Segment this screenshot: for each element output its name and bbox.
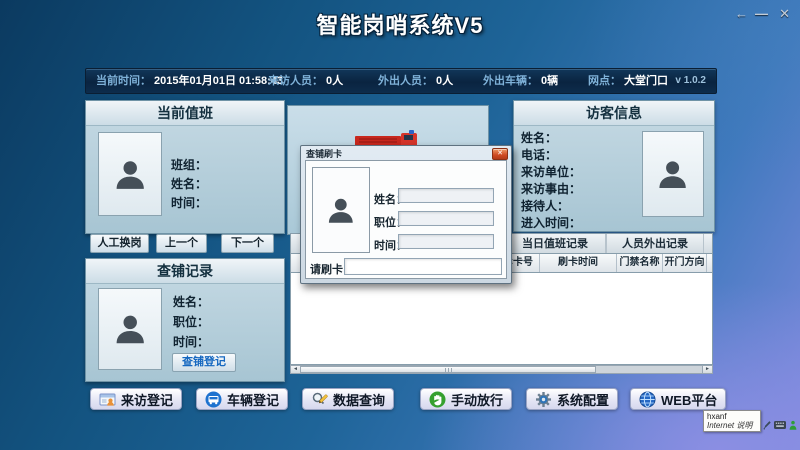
column-door-name[interactable]: 门禁名称 (617, 254, 663, 272)
duty-field-team: 班组： (171, 156, 207, 173)
web-platform-icon (639, 391, 656, 408)
manual-release-button[interactable]: 手动放行 (420, 388, 512, 410)
system-config-icon (535, 391, 552, 408)
status-vehicles-out: 外出车辆：0辆 (483, 69, 558, 93)
status-current-time: 当前时间：2015年01月01日 01:58:43 (96, 69, 283, 93)
visitor-title: 访客信息 (514, 101, 714, 126)
dialog-photo-placeholder (312, 167, 370, 253)
next-button[interactable]: 下一个 (221, 234, 274, 253)
column-door-direction[interactable]: 开门方向 (663, 254, 707, 272)
visitor-field-entry-time: 进入时间： (521, 214, 581, 231)
horizontal-scrollbar[interactable]: ◄ ► (290, 365, 713, 374)
visitor-register-button[interactable]: 来访登记 (90, 388, 182, 410)
inspection-field-time: 时间： (173, 333, 209, 350)
ime-toolbar (763, 419, 800, 431)
person-icon (111, 149, 149, 200)
ime-tooltip-line2: Internet 说明 (707, 421, 757, 430)
inspection-field-position: 职位： (173, 313, 209, 330)
ime-tooltip: hxanf Internet 说明 (703, 410, 761, 432)
status-people-out: 外出人员：0人 (378, 69, 453, 93)
visitor-photo-placeholder (642, 131, 704, 217)
tab-duty-records[interactable]: 当日值班记录 (504, 234, 606, 254)
toolbar-button-label: WEB平台 (661, 390, 717, 409)
manual-release-icon (429, 391, 446, 408)
ime-tooltip-line1: hxanf (707, 412, 757, 421)
keyboard-icon[interactable] (774, 421, 786, 429)
vehicle-register-icon (205, 391, 222, 408)
system-config-button[interactable]: 系统配置 (526, 388, 618, 410)
dialog-name-input[interactable] (398, 188, 494, 203)
visitor-field-name: 姓名： (521, 129, 557, 146)
toolbar-button-label: 来访登记 (121, 390, 173, 409)
status-bar: 当前时间：2015年01月01日 01:58:43 来访人员：0人 外出人员：0… (85, 68, 717, 94)
web-platform-button[interactable]: WEB平台 (630, 388, 726, 410)
vehicle-register-button[interactable]: 车辆登记 (196, 388, 288, 410)
version-label: v 1.0.2 (675, 69, 706, 93)
minimize-icon[interactable]: — (755, 6, 768, 21)
pen-icon[interactable] (763, 420, 771, 430)
current-duty-panel: 当前值班 班组： 姓名： 时间： (85, 100, 285, 234)
inspection-register-button[interactable]: 查铺登记 (172, 353, 236, 372)
toolbar-button-label: 车辆登记 (227, 390, 279, 409)
column-filler (707, 254, 712, 272)
records-table-body (290, 273, 713, 365)
visitor-field-company: 来访单位： (521, 163, 581, 180)
dialog-body: 姓名： 职位： 时间： 请刷卡： (305, 160, 507, 279)
data-query-icon (311, 391, 328, 408)
toolbar-button-label: 系统配置 (557, 390, 609, 409)
ime-person-icon[interactable] (789, 420, 797, 430)
manual-shift-button[interactable]: 人工换岗 (90, 234, 149, 253)
visitor-field-phone: 电话： (521, 146, 557, 163)
duty-photo-placeholder (98, 132, 162, 216)
visitor-field-receiver: 接待人： (521, 197, 569, 214)
dialog-time-input[interactable] (398, 234, 494, 249)
scrollbar-thumb[interactable] (300, 366, 596, 373)
duty-field-name: 姓名： (171, 175, 207, 192)
tab-out-records[interactable]: 人员外出记录 (606, 234, 704, 254)
inspection-field-name: 姓名： (173, 293, 209, 310)
toolbar-button-label: 数据查询 (333, 390, 385, 409)
scrollbar-grip (445, 368, 452, 372)
person-icon (654, 148, 691, 200)
data-query-button[interactable]: 数据查询 (302, 388, 394, 410)
app-window: 智能岗哨系统V5 ← — ✕ 当前时间：2015年01月01日 01:58:43… (0, 0, 800, 450)
duty-field-time: 时间： (171, 194, 207, 211)
dialog-close-icon[interactable]: ✕ (492, 148, 508, 160)
status-visitors: 来访人员：0人 (268, 69, 343, 93)
page-title: 智能岗哨系统V5 (0, 8, 800, 40)
dialog-swipe-input[interactable] (344, 258, 502, 275)
inspection-photo-placeholder (98, 288, 162, 370)
close-icon[interactable]: ✕ (779, 6, 790, 22)
dialog-position-input[interactable] (398, 211, 494, 226)
scroll-right-icon[interactable]: ► (702, 366, 712, 373)
inspection-title: 查铺记录 (86, 259, 284, 284)
visitor-register-icon (99, 391, 116, 408)
current-duty-title: 当前值班 (86, 101, 284, 126)
bedcheck-dialog: 查铺刷卡 ✕ 姓名： 职位： 时间： 请刷卡： (300, 145, 512, 284)
column-swipe-time[interactable]: 刷卡时间 (540, 254, 617, 272)
visitor-field-reason: 来访事由： (521, 180, 581, 197)
previous-button[interactable]: 上一个 (156, 234, 207, 253)
person-icon (111, 304, 149, 354)
back-icon[interactable]: ← (735, 6, 748, 21)
toolbar-button-label: 手动放行 (451, 390, 503, 409)
dialog-title: 查铺刷卡 (306, 147, 342, 160)
status-site: 网点：大堂门口 (588, 69, 668, 93)
visitor-panel: 访客信息 姓名： 电话： 来访单位： 来访事由： 接待人： 进入时间： (513, 100, 715, 232)
inspection-panel: 查铺记录 姓名： 职位： 时间： 查铺登记 (85, 258, 285, 382)
person-icon (324, 185, 358, 235)
